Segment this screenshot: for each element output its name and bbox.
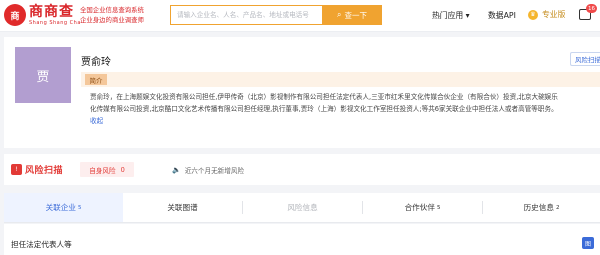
no-new-risk-text: 近六个月无新增风险 bbox=[184, 167, 245, 175]
risk-scan-title: 风险扫描 bbox=[25, 166, 64, 176]
search-button[interactable]: ⌕ 查一下 bbox=[322, 5, 382, 25]
site-logo[interactable]: 商 商商查 Shang Shang Cha bbox=[4, 4, 81, 26]
slogan-line-1: 全国企业信息查询系统 bbox=[80, 6, 144, 14]
self-risk-count: 0 bbox=[120, 165, 125, 174]
chevron-down-icon: ▾ bbox=[465, 11, 470, 20]
avatar: 贾 bbox=[15, 47, 71, 103]
tab-label: 合作伙伴 bbox=[404, 203, 435, 212]
tab-count: 2 bbox=[555, 204, 560, 211]
nav-pro-label: 专业版 bbox=[542, 10, 566, 19]
no-new-risk-notice: 🔈 近六个月无新增风险 bbox=[172, 165, 244, 175]
graph-icon[interactable]: 图 bbox=[582, 237, 594, 249]
tab-partners[interactable]: 合作伙伴 5 bbox=[363, 193, 482, 222]
self-risk-badge[interactable]: 自身风险 0 bbox=[80, 162, 134, 177]
tab-relation-graph[interactable]: 关联图谱 bbox=[123, 193, 242, 222]
tab-label: 历史信息 bbox=[523, 203, 554, 212]
tab-count: 5 bbox=[436, 204, 441, 211]
legal-rep-section: 担任法定代表人等 图 bbox=[4, 224, 600, 255]
tab-risk-info[interactable]: 风险信息 bbox=[243, 193, 362, 222]
section-title: 担任法定代表人等 bbox=[11, 240, 72, 249]
tab-count: 5 bbox=[77, 204, 82, 211]
search-icon: ⌕ bbox=[337, 10, 342, 19]
nav-hot-apps-label: 热门应用 bbox=[432, 11, 464, 20]
tab-label: 风险信息 bbox=[287, 203, 318, 212]
risk-scan-logo: ! 风险扫描 bbox=[11, 163, 63, 176]
tab-history[interactable]: 历史信息 2 bbox=[483, 193, 600, 222]
risk-shield-icon: ! bbox=[11, 164, 22, 175]
logo-pinyin: Shang Shang Cha bbox=[29, 20, 81, 26]
intro-tag: 简介 bbox=[85, 74, 107, 85]
intro-header: 简介 bbox=[81, 72, 600, 87]
slogan-line-2: 企业身边的商业调查师 bbox=[80, 16, 144, 24]
tab-related-companies[interactable]: 关联企业 5 bbox=[4, 193, 123, 222]
person-profile-card: 贾 贾俞玲 风险扫描 简介 贾俞玲，在上海题娱文化投资有限公司担任,伊甲传奇（北… bbox=[4, 37, 600, 148]
intro-text: 贾俞玲，在上海题娱文化投资有限公司担任,伊甲传奇（北京）影视制作有限公司担任法定… bbox=[90, 91, 600, 127]
intro-line-2: 化传媒有限公司投资,北京酷口文化艺术传播有限公司担任经理,执行董事,贾玲（上海）… bbox=[90, 105, 558, 113]
intro-line-1: 贾俞玲，在上海题娱文化投资有限公司担任,伊甲传奇（北京）影视制作有限公司担任法定… bbox=[90, 93, 558, 101]
message-count-badge: 16 bbox=[586, 4, 597, 13]
nav-data-api[interactable]: 数据API bbox=[488, 10, 516, 21]
detail-tabs: 关联企业 5 关联图谱 风险信息 合作伙伴 5 历史信息 2 bbox=[4, 193, 600, 223]
logo-title: 商商查 bbox=[29, 4, 74, 20]
risk-scan-bar: ! 风险扫描 自身风险 0 🔈 近六个月无新增风险 bbox=[4, 154, 600, 185]
speaker-icon: 🔈 bbox=[172, 166, 181, 174]
nav-hot-apps[interactable]: 热门应用 ▾ bbox=[432, 10, 470, 21]
logo-text-block: 商商查 Shang Shang Cha bbox=[29, 4, 81, 26]
tab-label: 关联企业 bbox=[45, 203, 76, 212]
nav-pro-version[interactable]: ♛ 专业版 bbox=[528, 9, 565, 20]
tab-label: 关联图谱 bbox=[167, 203, 198, 212]
collapse-link[interactable]: 收起 bbox=[90, 117, 103, 125]
site-slogan: 全国企业信息查询系统 企业身边的商业调查师 bbox=[80, 5, 144, 25]
top-nav-bar: 商 商商查 Shang Shang Cha 全国企业信息查询系统 企业身边的商业… bbox=[0, 0, 600, 32]
person-name: 贾俞玲 bbox=[81, 57, 111, 68]
self-risk-label: 自身风险 bbox=[89, 166, 116, 175]
search-button-label: 查一下 bbox=[344, 10, 367, 20]
logo-mark-icon: 商 bbox=[4, 4, 26, 26]
crown-icon: ♛ bbox=[528, 9, 538, 20]
risk-scan-button-label: 风险扫描 bbox=[575, 56, 600, 64]
risk-scan-button[interactable]: 风险扫描 bbox=[570, 52, 600, 66]
